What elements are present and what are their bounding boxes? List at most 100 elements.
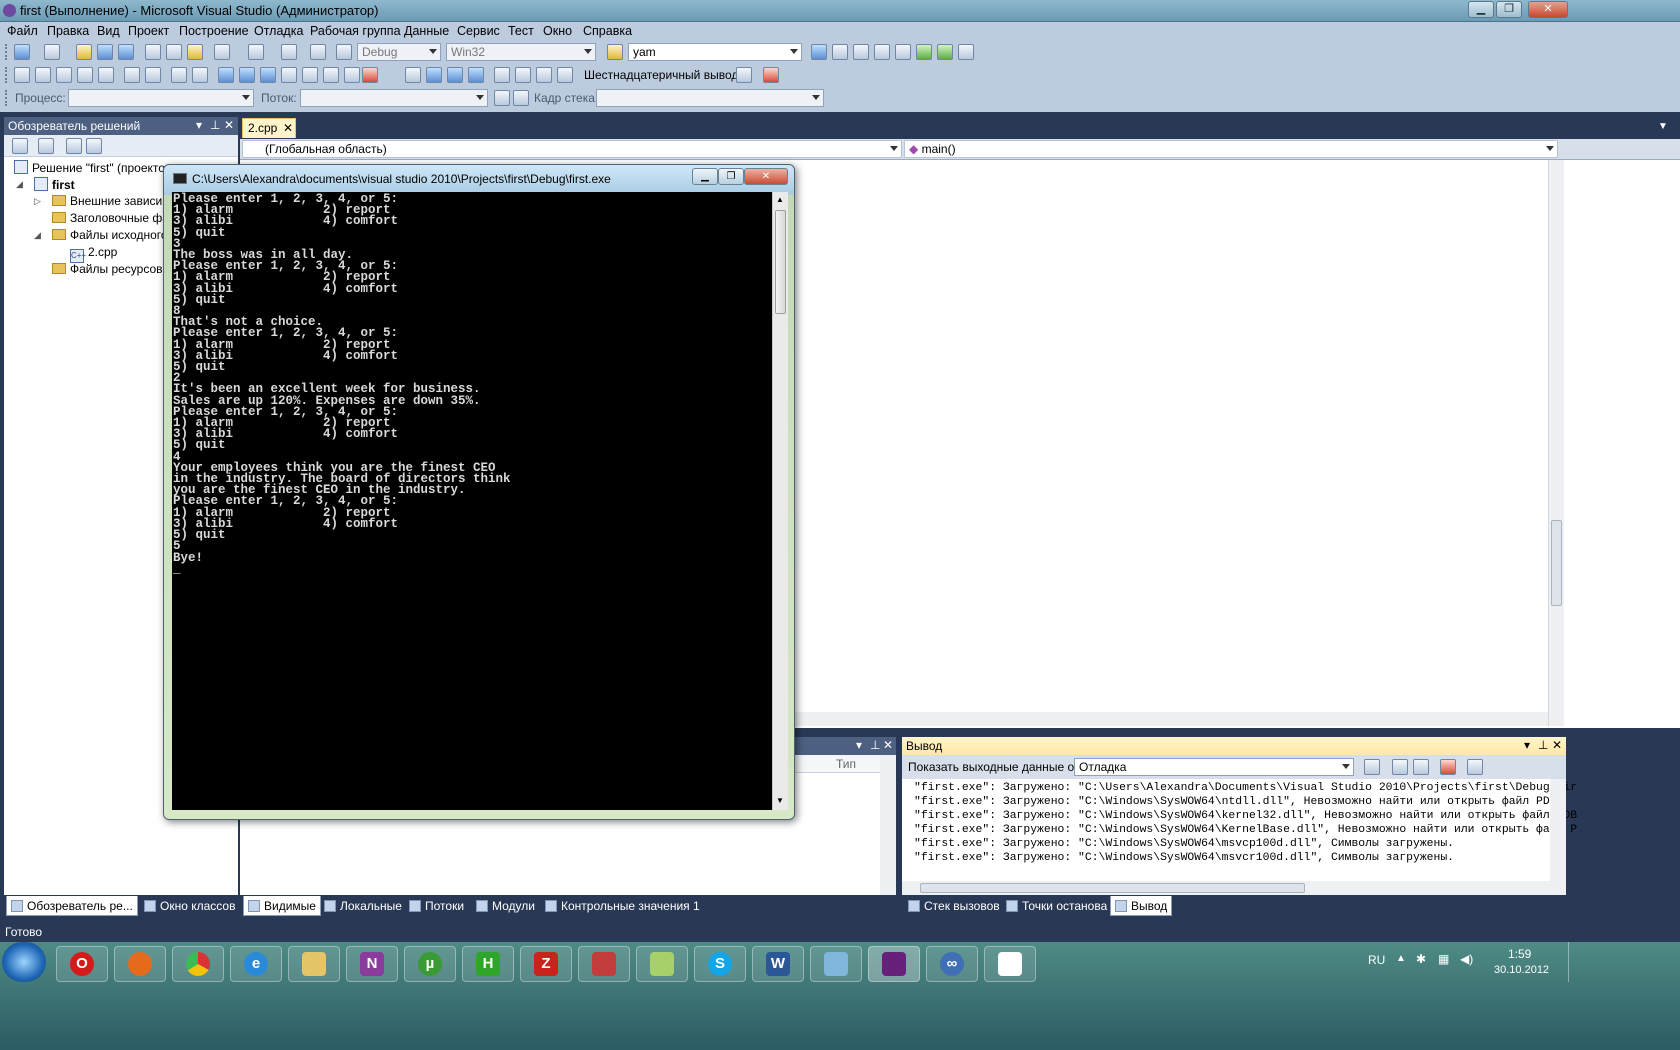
scope-select[interactable]: (Глобальная область) [242,140,902,158]
bookmark-list-icon[interactable] [344,67,360,83]
taskbar-utorrent[interactable]: µ [404,946,456,982]
tab-output[interactable]: Вывод [1110,896,1173,916]
quick-info-icon[interactable] [56,67,72,83]
chevron-down-icon[interactable]: ▼ [1658,121,1668,132]
network-icon[interactable]: ▦ [1438,952,1449,966]
uncomment-icon[interactable] [192,67,208,83]
tab-threads[interactable]: Потоки [405,896,468,916]
thread-select[interactable] [300,89,488,107]
maximize-button[interactable]: ❐ [1496,1,1522,18]
close-button[interactable]: ✕ [1528,1,1568,18]
expand-arrow-icon[interactable]: ▷ [34,196,41,207]
toolbar-grip[interactable] [5,67,9,83]
menu-file[interactable]: Файл [7,24,38,38]
window-position-icon[interactable]: ▾ [196,118,202,132]
refresh-icon[interactable] [66,138,82,154]
configuration-select[interactable]: Debug [357,43,441,61]
tree-node-header-files[interactable]: Заголовочные фа [52,211,169,225]
menu-team[interactable]: Рабочая группа [310,24,401,38]
scroll-up-icon[interactable]: ▲ [776,195,784,204]
next-bookmark-folder-icon[interactable] [302,67,318,83]
continue-debug-icon[interactable] [405,67,421,83]
paste-icon[interactable] [187,44,203,60]
parameter-info-icon[interactable] [98,67,114,83]
find-combo[interactable]: yam [628,43,802,61]
dropbox-icon[interactable]: ✱ [1416,952,1426,966]
add-item-icon[interactable] [44,44,60,60]
locals-scrollbar[interactable] [880,755,896,895]
close-icon[interactable]: ✕ [883,738,893,752]
save-icon[interactable] [97,44,113,60]
start-button[interactable] [2,942,46,982]
column-type[interactable]: Тип [836,757,856,771]
restart-icon[interactable] [468,67,484,83]
text-editor-icon[interactable] [14,67,30,83]
console-close-button[interactable]: ✕ [744,168,788,185]
start-page-icon[interactable] [916,44,932,60]
collapse-arrow-icon[interactable]: ◢ [34,230,41,241]
taskbar-word[interactable]: W [752,946,804,982]
next-bookmark-icon[interactable] [260,67,276,83]
show-all-files-icon[interactable] [38,138,54,154]
tab-locals[interactable]: Локальные [320,896,406,916]
close-icon[interactable]: ✕ [224,118,234,132]
window-position-icon[interactable]: ▾ [1524,738,1530,752]
cut-icon[interactable] [145,44,161,60]
increase-indent-icon[interactable] [145,67,161,83]
taskbar-explorer[interactable] [288,946,340,982]
menu-debug[interactable]: Отладка [254,24,303,38]
decrease-indent-icon[interactable] [124,67,140,83]
taskbar-app-red[interactable] [578,946,630,982]
tab-solution-explorer[interactable]: Обозреватель ре... [6,896,138,916]
extension-manager-icon[interactable] [937,44,953,60]
tab-modules[interactable]: Модули [472,896,539,916]
volume-icon[interactable]: ◀) [1460,952,1473,966]
copy-icon[interactable] [166,44,182,60]
taskbar-visual-studio[interactable] [868,946,920,982]
tab-breakpoints[interactable]: Точки останова [1002,896,1111,916]
menu-edit[interactable]: Правка [47,24,89,38]
flag-all-icon[interactable] [513,90,529,106]
step-into-icon[interactable] [515,67,531,83]
stop-debugging-icon[interactable] [447,67,463,83]
taskbar-ie[interactable]: e [230,946,282,982]
menu-data[interactable]: Данные [404,24,449,38]
flag-thread-icon[interactable] [494,90,510,106]
navigate-forward-icon[interactable] [310,44,326,60]
console-output-area[interactable]: Please enter 1, 2, 3, 4, or 5: 1) alarm … [172,192,772,810]
tree-node-cpp-file[interactable]: C++ 2.cpp [70,245,117,263]
taskbar-chrome[interactable] [172,946,224,982]
comment-icon[interactable] [171,67,187,83]
save-all-icon[interactable] [118,44,134,60]
prev-message-icon[interactable] [1392,759,1408,775]
find-message-icon[interactable] [1364,759,1380,775]
auto-hide-pin-icon[interactable]: ⊥ [1538,738,1548,752]
member-list-icon[interactable] [35,67,51,83]
language-indicator[interactable]: RU [1368,953,1385,967]
object-browser-icon[interactable] [853,44,869,60]
next-message-icon[interactable] [1413,759,1429,775]
tree-node-external-deps[interactable]: Внешние зависим [52,194,170,208]
console-window[interactable]: C:\Users\Alexandra\documents\visual stud… [163,164,795,820]
bookmark-window-icon[interactable] [323,67,339,83]
minimize-button[interactable]: ▁ [1468,1,1494,18]
new-project-icon[interactable] [14,44,30,60]
output-horizontal-scrollbar[interactable] [902,881,1566,895]
taskbar-skype[interactable]: S [694,946,746,982]
show-hidden-icons-icon[interactable]: ▲ [1396,953,1406,964]
process-select[interactable] [68,89,254,107]
clear-all-icon[interactable] [1440,759,1456,775]
menu-view[interactable]: Вид [97,24,120,38]
word-wrap-icon[interactable] [1467,759,1483,775]
show-next-statement-icon[interactable] [494,67,510,83]
taskbar-onenote[interactable]: N [346,946,398,982]
close-icon[interactable]: ✕ [1552,738,1562,752]
console-minimize-button[interactable]: ▁ [692,168,718,185]
tab-autos[interactable]: Видимые [243,896,321,916]
taskbar-hiew[interactable]: H [462,946,514,982]
command-window-icon[interactable] [958,44,974,60]
auto-hide-pin-icon[interactable]: ⊥ [870,738,880,752]
stack-frame-select[interactable] [596,89,824,107]
hex-display-toggle[interactable]: Шестнадцатеричный вывод [584,68,738,82]
console-scrollbar[interactable]: ▲ ▼ [772,192,788,810]
